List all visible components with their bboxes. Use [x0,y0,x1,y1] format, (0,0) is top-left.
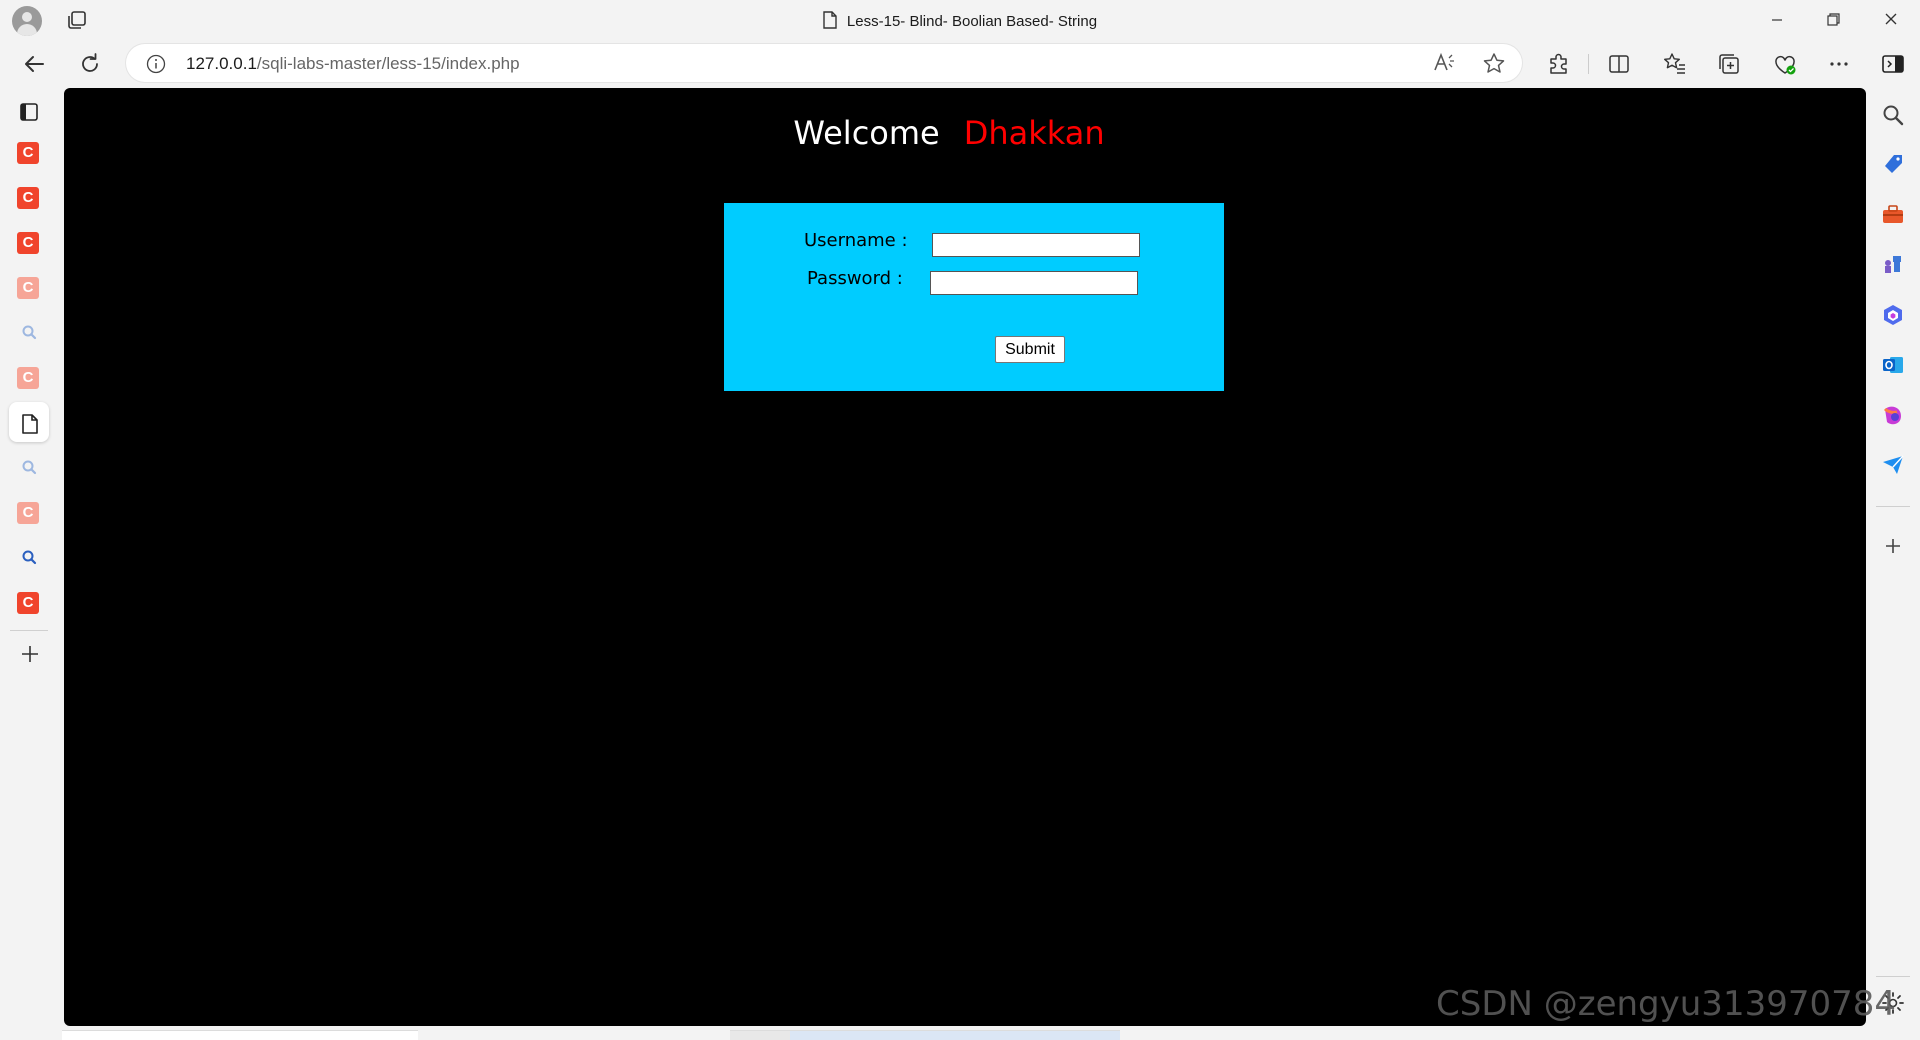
add-sidebar-app-plus-icon[interactable] [1880,533,1906,559]
site-info-icon[interactable] [146,54,166,74]
bottom-strip [0,1028,1920,1040]
copilot-designer-icon[interactable] [1880,402,1906,428]
toolbar-separator [1588,54,1589,74]
url-text[interactable]: 127.0.0.1/sqli-labs-master/less-15/index… [186,54,520,74]
welcome-heading: Welcome Dhakkan [64,114,1834,152]
address-bar[interactable]: 127.0.0.1/sqli-labs-master/less-15/index… [126,44,1522,82]
new-tab-plus-icon[interactable] [18,642,42,666]
sidebar-separator [1876,506,1910,507]
search-icon[interactable] [19,457,41,479]
search-icon[interactable] [19,322,41,344]
window-title-text: Less-15- Blind- Boolian Based- String [846,13,1098,30]
page-viewport: Welcome Dhakkan Username : Password : Sub… [64,88,1866,1026]
csdn-c-icon[interactable]: C [17,232,39,254]
close-icon[interactable] [1878,8,1904,32]
tab-actions-icon[interactable] [17,100,41,124]
welcome-text: Welcome [793,114,940,152]
url-host: 127.0.0.1 [186,54,257,73]
send-telegram-icon[interactable] [1880,452,1906,478]
document-icon [823,11,837,29]
submit-button[interactable]: Submit [995,336,1065,363]
csdn-c-icon[interactable]: C [17,142,39,164]
welcome-name: Dhakkan [963,114,1105,152]
shopping-tag-icon[interactable] [1880,152,1906,178]
document-icon[interactable] [21,413,39,435]
more-options-icon[interactable] [1826,51,1852,77]
games-chess-icon[interactable] [1880,252,1906,278]
title-bar: Less-15- Blind- Boolian Based- String [0,0,1920,40]
minimize-icon[interactable] [1764,8,1790,32]
csdn-c-icon[interactable]: C [17,277,39,299]
favorite-star-icon[interactable] [1482,52,1506,74]
password-label: Password : [807,268,903,289]
browser-essentials-icon[interactable] [1772,51,1798,77]
url-path: /sqli-labs-master/less-15/index.php [256,54,520,73]
split-screen-icon[interactable] [1606,51,1632,77]
login-form: Username : Password : Submit [724,203,1224,391]
username-input[interactable] [932,233,1140,257]
favorites-icon[interactable] [1662,51,1688,77]
refresh-icon[interactable] [76,50,104,78]
window-title: Less-15- Blind- Boolian Based- String [0,11,1920,30]
csdn-c-icon[interactable]: C [17,367,39,389]
right-sidebar [1868,88,1920,1039]
search-icon[interactable] [19,547,41,569]
sidebar-toggle-icon[interactable] [1880,51,1906,77]
extensions-icon[interactable] [1546,51,1572,77]
back-arrow-icon[interactable] [21,50,49,78]
csdn-c-icon[interactable]: C [17,187,39,209]
search-icon[interactable] [1880,102,1906,128]
csdn-c-icon[interactable]: C [17,502,39,524]
username-label: Username : [804,230,908,251]
microsoft-365-icon[interactable] [1880,302,1906,328]
restore-icon[interactable] [1820,8,1846,32]
collections-icon[interactable] [1716,51,1742,77]
sidebar-bottom-separator [1876,976,1910,977]
csdn-c-icon[interactable]: C [17,592,39,614]
tools-briefcase-icon[interactable] [1880,202,1906,228]
outlook-icon[interactable] [1880,352,1906,378]
tab-strip-separator [10,630,48,631]
read-aloud-icon[interactable] [1432,52,1456,74]
password-input[interactable] [930,271,1138,295]
watermark-text: CSDN @zengyu313970784 [1436,984,1896,1024]
